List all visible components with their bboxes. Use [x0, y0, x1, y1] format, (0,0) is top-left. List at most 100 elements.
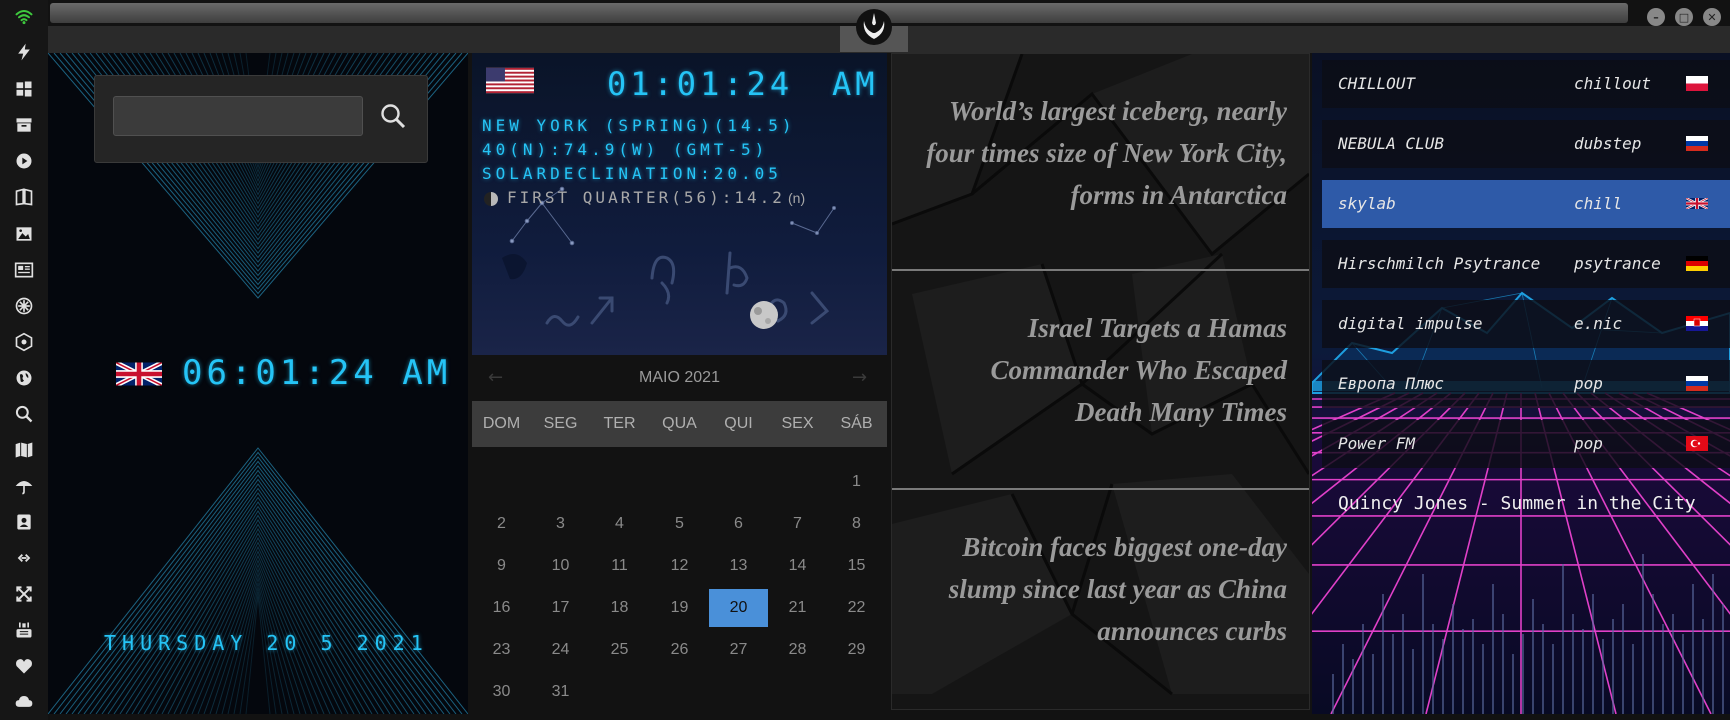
hexagon-icon[interactable]: [8, 329, 40, 355]
news-item[interactable]: Bitcoin faces biggest one-day slump sinc…: [902, 526, 1287, 652]
calendar-day[interactable]: [827, 673, 886, 711]
calendar-day[interactable]: [590, 463, 649, 501]
play-icon[interactable]: [8, 148, 40, 174]
radio-station-row[interactable]: Hirschmilch Psytrance psytrance: [1322, 240, 1730, 288]
minimize-button[interactable]: –: [1647, 8, 1665, 26]
calendar-day[interactable]: [709, 463, 768, 501]
calendar-next-button[interactable]: →: [852, 363, 872, 393]
news-item[interactable]: Israel Targets a Hamas Commander Who Esc…: [902, 307, 1287, 433]
calendar-day[interactable]: 12: [650, 547, 709, 585]
contacts-icon[interactable]: [8, 509, 40, 535]
calendar-day[interactable]: 29: [827, 631, 886, 669]
ny-clock-calendar-panel: 01:01:24 AM NEW YORK (SPRING)(14.5) 40(N…: [472, 53, 887, 714]
cloud-icon[interactable]: [8, 688, 40, 714]
calendar-day[interactable]: 9: [472, 547, 531, 585]
station-name: Power FM: [1338, 434, 1416, 453]
windows-icon[interactable]: [8, 76, 40, 102]
station-name: skylab: [1338, 194, 1396, 213]
russia-flag-icon: [1686, 376, 1708, 391]
station-name: Европа Плюс: [1338, 374, 1444, 393]
globe-icon[interactable]: [8, 365, 40, 391]
archive-icon[interactable]: [8, 112, 40, 138]
calendar-day[interactable]: 21: [768, 589, 827, 627]
calendar-day[interactable]: 24: [531, 631, 590, 669]
calendar-day[interactable]: [472, 463, 531, 501]
newspaper-icon[interactable]: [8, 257, 40, 283]
news-line: World’s largest iceberg, nearly: [949, 96, 1287, 126]
radio-station-row[interactable]: digital impulse e.nic: [1322, 300, 1730, 348]
search-input[interactable]: [113, 96, 363, 136]
window-titlebar[interactable]: [50, 3, 1628, 23]
uk-clock-panel: 06:01:24 AM THURSDAY 20 5 2021: [48, 53, 468, 714]
radio-station-row[interactable]: Европа Плюс pop: [1322, 360, 1730, 408]
ny-coords: 40(N):74.9(W) (GMT-5): [482, 140, 769, 159]
calendar-day[interactable]: [590, 673, 649, 711]
calendar-day[interactable]: 18: [590, 589, 649, 627]
station-genre: psytrance: [1574, 254, 1661, 273]
wifi-icon[interactable]: [8, 3, 40, 29]
map-icon[interactable]: [8, 437, 40, 463]
ny-ampm: AM: [832, 65, 879, 103]
bolt-icon[interactable]: [8, 39, 40, 65]
calendar-day[interactable]: 17: [531, 589, 590, 627]
radio-station-row[interactable]: Power FM pop: [1322, 420, 1730, 468]
calendar-day[interactable]: 19: [650, 589, 709, 627]
calendar-day[interactable]: 26: [650, 631, 709, 669]
calendar-day[interactable]: 6: [709, 505, 768, 543]
calendar-day[interactable]: 4: [590, 505, 649, 543]
calendar-day[interactable]: 11: [590, 547, 649, 585]
radio-station-row[interactable]: NEBULA CLUB dubstep: [1322, 120, 1730, 168]
search-icon[interactable]: [8, 401, 40, 427]
news-divider: [892, 269, 1309, 271]
calendar-day[interactable]: 7: [768, 505, 827, 543]
radio-station-row[interactable]: CHILLOUT chillout: [1322, 60, 1730, 108]
calendar-day[interactable]: 15: [827, 547, 886, 585]
weekday-label: QUI: [724, 415, 753, 432]
calendar-day[interactable]: [768, 673, 827, 711]
youtube-icon[interactable]: [8, 617, 40, 643]
calendar-day[interactable]: [709, 673, 768, 711]
calendar-day[interactable]: 10: [531, 547, 590, 585]
calendar-day[interactable]: 2: [472, 505, 531, 543]
radio-panel: CHILLOUT chillout NEBULA CLUB dubstep sk…: [1312, 53, 1730, 714]
calendar-day[interactable]: 8: [827, 505, 886, 543]
russia-flag-icon: [1686, 136, 1708, 151]
calendar-day[interactable]: 22: [827, 589, 886, 627]
crosshair-icon[interactable]: [8, 293, 40, 319]
radio-station-row-selected[interactable]: skylab chill: [1322, 180, 1730, 228]
calendar-week: 9 10 11 12 13 14 15: [472, 547, 887, 589]
expand-icon[interactable]: [8, 581, 40, 607]
calendar-day[interactable]: 14: [768, 547, 827, 585]
maximize-button[interactable]: □: [1675, 8, 1693, 26]
search-icon[interactable]: [375, 98, 411, 134]
umbrella-icon[interactable]: [8, 473, 40, 499]
heart-icon[interactable]: [8, 653, 40, 679]
close-button[interactable]: ✕: [1703, 8, 1721, 26]
calendar-day[interactable]: [650, 673, 709, 711]
rebel-alliance-icon[interactable]: [852, 5, 896, 49]
weekday-label: SEG: [543, 415, 578, 432]
link-icon[interactable]: [8, 545, 40, 571]
calendar-day[interactable]: 13: [709, 547, 768, 585]
calendar-day[interactable]: 5: [650, 505, 709, 543]
calendar-day[interactable]: [531, 463, 590, 501]
calendar-day[interactable]: 31: [531, 673, 590, 711]
image-icon[interactable]: [8, 221, 40, 247]
calendar-day[interactable]: 23: [472, 631, 531, 669]
calendar-days: 1 2 3 4 5 6 7 8 9 10 11 12 13 14 15 16 1…: [472, 463, 887, 713]
calendar-day[interactable]: 1: [827, 463, 886, 501]
calendar-day[interactable]: 28: [768, 631, 827, 669]
weekday-label: SÁB: [840, 415, 873, 432]
calendar-day[interactable]: 27: [709, 631, 768, 669]
calendar-day[interactable]: 30: [472, 673, 531, 711]
calendar-day[interactable]: [650, 463, 709, 501]
calendar-day[interactable]: 3: [531, 505, 590, 543]
uk-flag-icon: [1686, 196, 1708, 211]
calendar-day[interactable]: 16: [472, 589, 531, 627]
calendar-day[interactable]: [768, 463, 827, 501]
uk-time: 06:01:24 AM: [182, 353, 452, 393]
calendar-day[interactable]: 25: [590, 631, 649, 669]
book-icon[interactable]: [8, 184, 40, 210]
news-item[interactable]: World’s largest iceberg, nearly four tim…: [902, 90, 1287, 216]
calendar-day[interactable]: 20: [709, 589, 768, 627]
